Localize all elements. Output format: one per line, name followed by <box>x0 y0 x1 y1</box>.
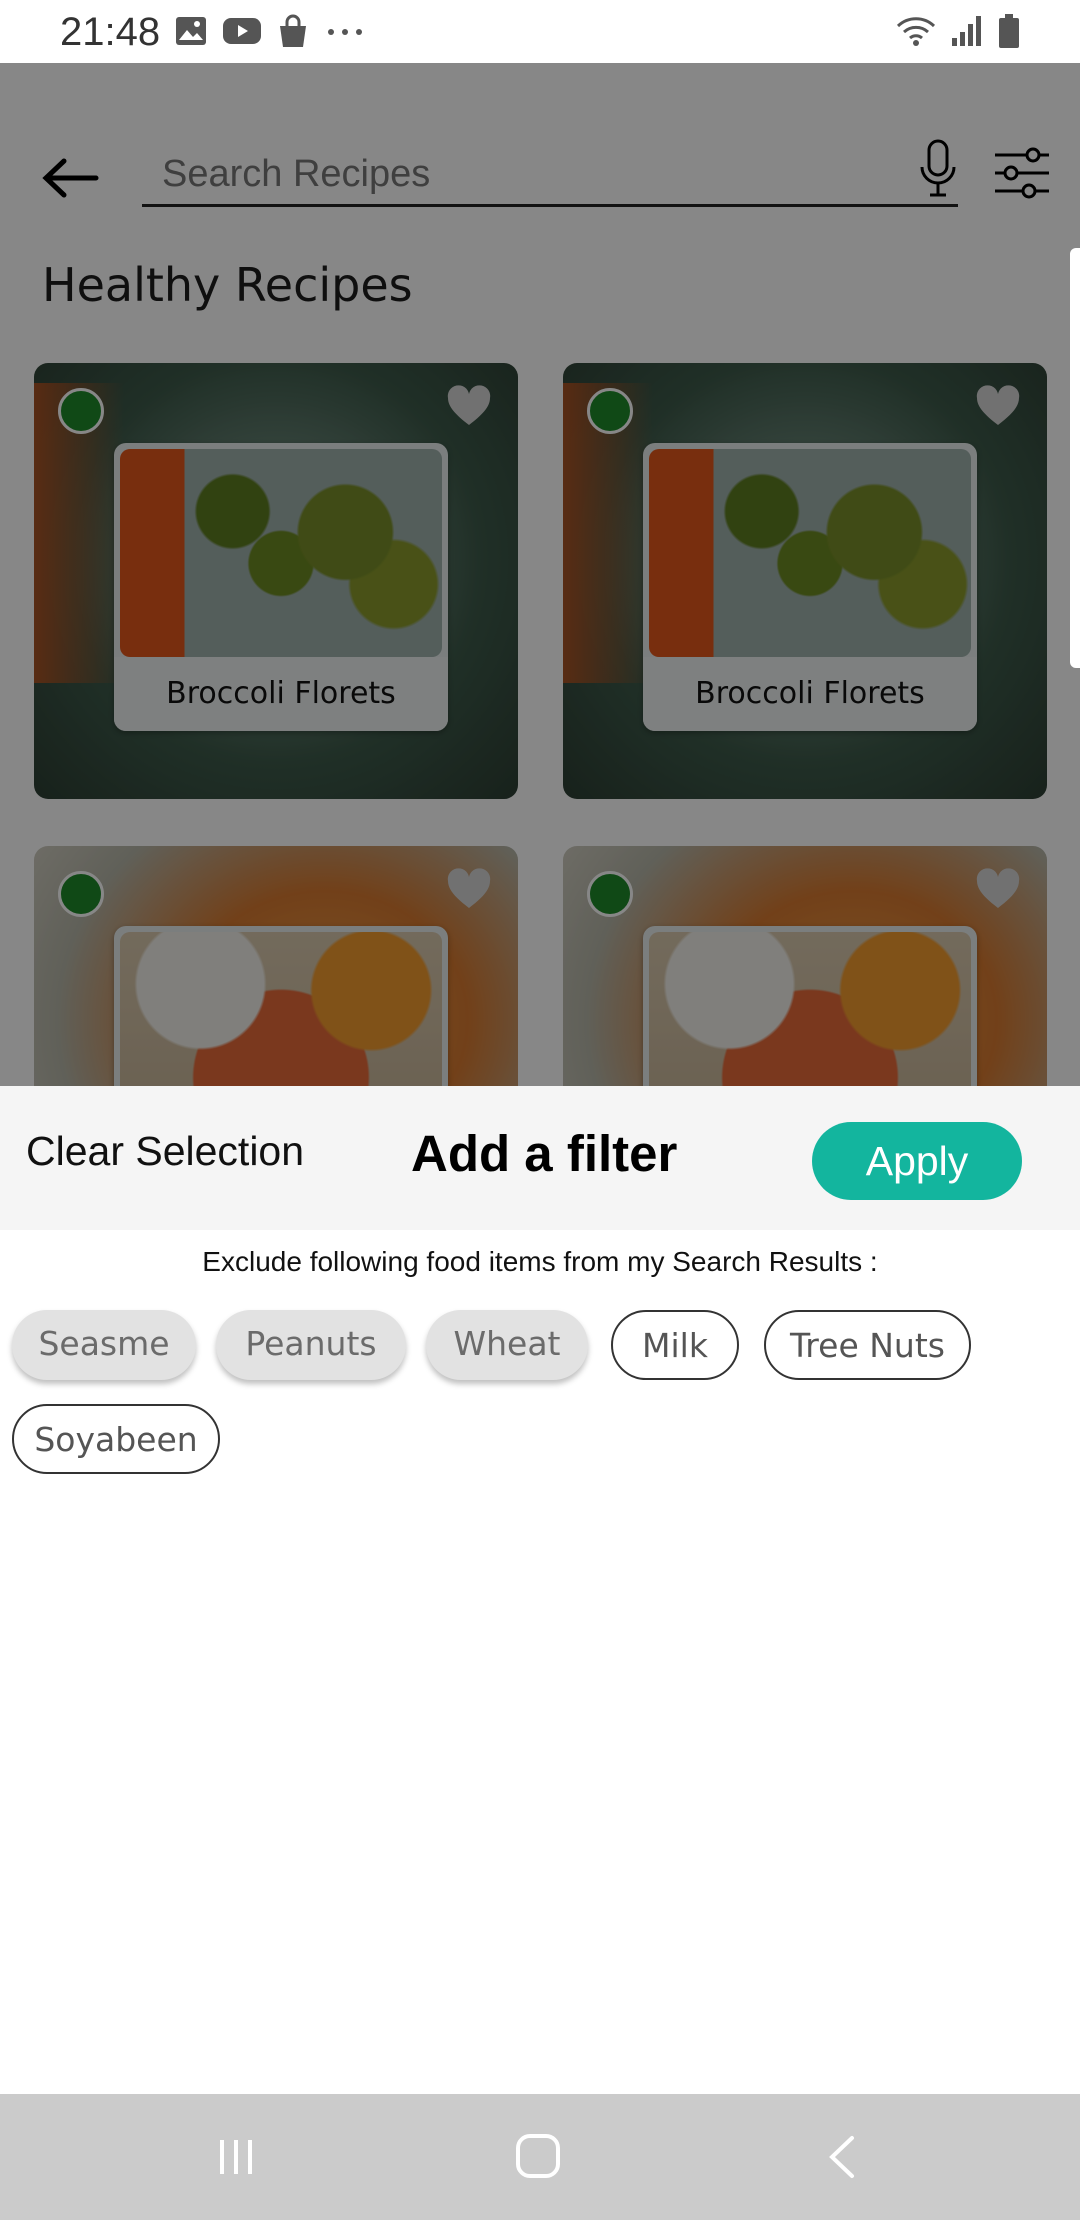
apply-button[interactable]: Apply <box>812 1122 1022 1200</box>
recent-apps-icon[interactable] <box>216 2136 256 2178</box>
battery-icon <box>999 14 1019 48</box>
filter-bottom-sheet: Clear Selection Add a filter Apply Exclu… <box>0 1086 1080 2094</box>
modal-scrim[interactable] <box>0 63 1080 1086</box>
chip-seasme[interactable]: Seasme <box>12 1310 196 1380</box>
sheet-header: Clear Selection Add a filter Apply <box>0 1086 1080 1230</box>
chip-soyabeen[interactable]: Soyabeen <box>12 1404 220 1474</box>
chip-peanuts[interactable]: Peanuts <box>216 1310 406 1380</box>
clear-selection-button[interactable]: Clear Selection <box>26 1128 304 1175</box>
youtube-icon <box>223 18 261 44</box>
bag-icon <box>280 14 306 47</box>
status-bar: 21:48 <box>0 0 1080 63</box>
image-icon <box>176 17 206 45</box>
home-icon[interactable] <box>516 2134 560 2178</box>
chip-milk[interactable]: Milk <box>611 1310 739 1380</box>
chip-wheat[interactable]: Wheat <box>426 1310 588 1380</box>
scrollbar[interactable] <box>1070 248 1080 668</box>
system-nav-bar <box>0 2094 1080 2220</box>
nav-back-icon[interactable] <box>822 2134 862 2180</box>
chip-tree-nuts[interactable]: Tree Nuts <box>764 1310 971 1380</box>
signal-icon <box>952 16 981 46</box>
filter-description: Exclude following food items from my Sea… <box>202 1246 878 1277</box>
status-icons-right <box>896 14 1020 48</box>
status-time: 21:48 <box>60 10 161 54</box>
sheet-title: Add a filter <box>411 1125 678 1182</box>
wifi-icon <box>896 17 936 46</box>
more-dots-icon <box>328 29 362 35</box>
status-icons-left <box>175 14 365 48</box>
